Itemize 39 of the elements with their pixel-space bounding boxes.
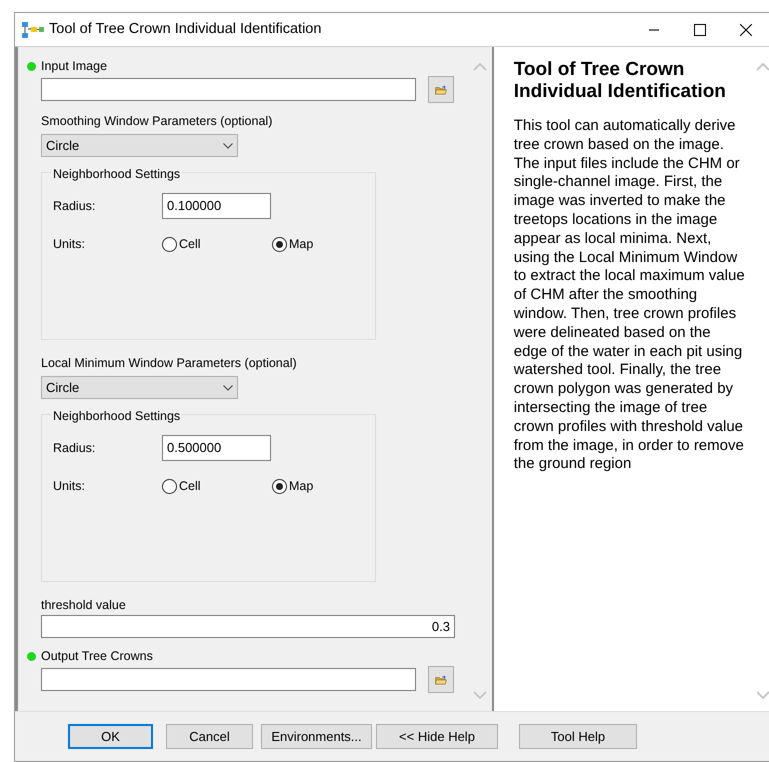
input-field[interactable] <box>41 668 416 691</box>
window-title: Tool of Tree Crown Individual Identification <box>49 20 322 39</box>
dropdown-value: Circle <box>46 136 80 155</box>
radio-button[interactable] <box>272 236 287 252</box>
input-field[interactable]: 0.500000 <box>162 435 271 461</box>
dialog-button[interactable]: OK <box>68 724 153 749</box>
dropdown[interactable]: Circle <box>41 376 238 399</box>
dialog-button[interactable]: << Hide Help <box>376 724 498 749</box>
parameter-label: Smoothing Window Parameters (optional) <box>41 112 272 130</box>
input-field[interactable]: 0.3 <box>41 615 455 638</box>
maximize-icon[interactable] <box>694 24 706 36</box>
app-icon <box>21 20 45 38</box>
radio-label: Map <box>289 478 314 495</box>
radio-button[interactable] <box>162 236 177 252</box>
parameter-label: threshold value <box>41 596 126 614</box>
dialog-button[interactable]: Tool Help <box>519 724 637 749</box>
dropdown[interactable]: Circle <box>41 134 238 157</box>
help-text: This tool can automatically derive tree crown based on the image. The input files include the CHM or single-channel image. First, the image was inverted to make the treetops locations in the image appear as local minima. Next, using the Local Minimum Window to extract the local maximum value of CHM after the smoothing window. Then, tree crown profiles were delineated based on the edge of the water in each pit using watershed tool. Finally, the tree crown polygon was generated by intersecting the image of tree crown profiles with threshold value from the image, in order to remove the ground region <box>514 117 745 474</box>
parameter-label: Input Image <box>41 58 108 75</box>
browse-button[interactable] <box>428 76 454 103</box>
browse-button[interactable] <box>428 666 454 693</box>
chevron-down-icon <box>223 385 233 392</box>
radio-label: Cell <box>179 236 201 253</box>
dialog-button[interactable]: Cancel <box>166 724 253 749</box>
input-field[interactable] <box>41 78 416 101</box>
parameter-label: Local Minimum Window Parameters (optional) <box>41 354 297 372</box>
input-field[interactable]: 0.100000 <box>162 193 271 219</box>
help-title: Tool of Tree Crown Individual Identification <box>514 59 727 103</box>
dialog-button[interactable]: Environments... <box>261 724 372 749</box>
close-icon[interactable] <box>740 24 752 36</box>
radio-label: Map <box>289 236 314 253</box>
dropdown-value: Circle <box>46 378 80 397</box>
chevron-down-icon <box>223 143 233 150</box>
radio-button[interactable] <box>272 478 287 494</box>
parameter-label: Output Tree Crowns <box>41 648 153 665</box>
radio-label: Cell <box>179 478 201 495</box>
field-label: Units: <box>53 236 86 253</box>
radio-button[interactable] <box>162 478 177 494</box>
field-label: Units: <box>53 478 86 495</box>
